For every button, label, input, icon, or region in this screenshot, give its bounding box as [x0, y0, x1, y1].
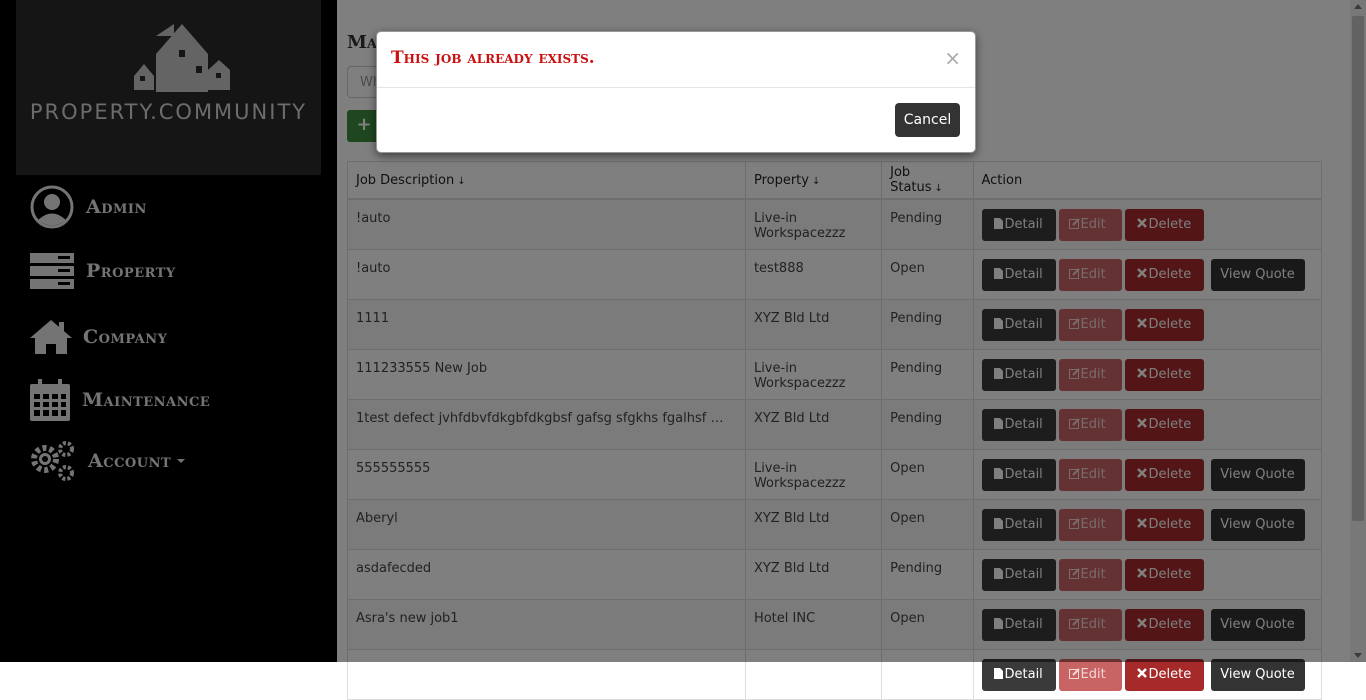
detail-button[interactable]: Detail: [981, 658, 1056, 691]
view-quote-button[interactable]: View Quote: [1210, 658, 1305, 691]
cancel-button[interactable]: Cancel: [895, 103, 960, 137]
edit-icon: [1068, 667, 1081, 682]
file-icon: [993, 667, 1005, 682]
error-modal: This job already exists. × Cancel: [376, 31, 976, 153]
modal-title: This job already exists.: [391, 48, 595, 68]
modal-header: This job already exists. ×: [377, 32, 975, 88]
delete-icon: [1136, 667, 1149, 682]
close-icon[interactable]: ×: [944, 46, 961, 70]
delete-button[interactable]: Delete: [1124, 658, 1204, 691]
edit-button[interactable]: Edit: [1058, 658, 1122, 691]
